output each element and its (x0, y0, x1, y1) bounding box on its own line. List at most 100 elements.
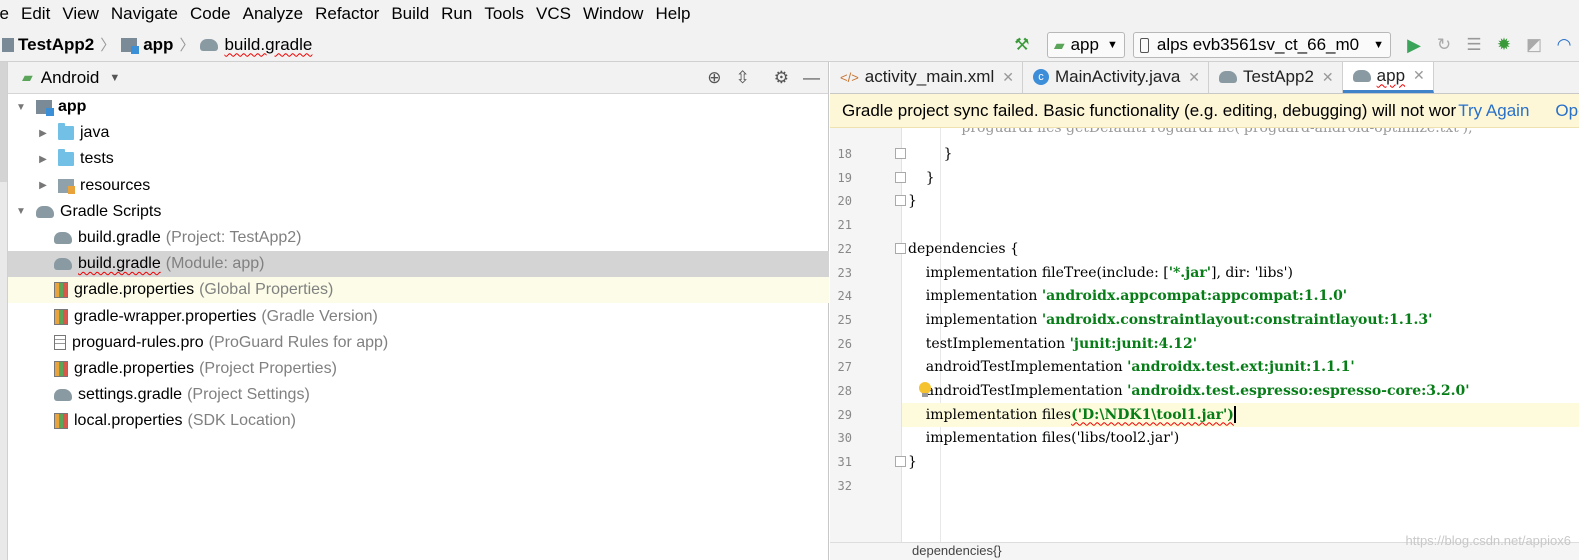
banner-message: Gradle project sync failed. Basic functi… (842, 100, 1457, 120)
chevron-down-icon: ▼ (1106, 39, 1118, 51)
code-line: androidTestImplementation 'androidx.test… (908, 379, 1470, 403)
fold-marker-icon[interactable] (895, 195, 906, 207)
code-line: dependencies { (908, 240, 1019, 257)
minimize-icon[interactable]: — (803, 68, 820, 88)
string-literal: 'androidx.appcompat:appcompat:1.1.0' (1041, 288, 1348, 305)
line-number: 29 (837, 407, 852, 422)
open-link[interactable]: Oper (1555, 101, 1579, 121)
menu-item[interactable]: Edit (15, 0, 56, 28)
menu-item[interactable]: VCS (530, 0, 577, 28)
expand-closed-icon[interactable]: ▶ (36, 128, 50, 139)
string-literal: '*.jar' (1168, 264, 1211, 281)
collapse-icon[interactable]: ⇳ (736, 68, 750, 88)
tree-item[interactable]: build.gradle (Project: TestApp2) (8, 225, 829, 251)
tree-item-label: gradle-wrapper.properties (74, 307, 257, 325)
menu-item[interactable]: View (56, 0, 105, 28)
text-caret (1233, 406, 1236, 424)
hammer-icon[interactable]: ⚒ (1011, 34, 1033, 56)
apply-changes-icon[interactable]: ↻ (1433, 34, 1455, 56)
menu-item[interactable]: Tools (478, 0, 530, 28)
tree-item[interactable]: settings.gradle (Project Settings) (8, 382, 829, 408)
fold-marker-icon[interactable] (895, 148, 906, 159)
editor-tabs: </> activity_main.xml ✕ c MainActivity.java ✕… (830, 62, 1579, 94)
menu-item[interactable]: Navigate (105, 0, 184, 28)
fold-marker-icon[interactable] (895, 242, 906, 254)
expand-closed-icon[interactable]: ▶ (36, 154, 50, 165)
breadcrumb-file[interactable]: build.gradle (224, 35, 312, 55)
resources-folder-icon (58, 178, 75, 194)
footer-crumb[interactable]: dependencies{} (912, 543, 1002, 558)
code-line: implementation files('libs/tool2.jar') (908, 430, 1180, 447)
menu-item[interactable]: Build (385, 0, 435, 28)
gear-icon[interactable]: ⚙ (774, 68, 789, 88)
navigation-bar: TestApp2 〉 app 〉 build.gradle ⚒ ▰ app ▼ … (0, 28, 1579, 62)
tree-item-hint: (Project Properties) (199, 360, 337, 377)
tree-item[interactable]: gradle.properties (Global Properties) (8, 277, 829, 304)
gradle-icon (54, 258, 72, 271)
tree-item[interactable]: ▶ tests (8, 146, 829, 172)
locate-icon[interactable]: ⊕ (707, 68, 721, 88)
run-config-select[interactable]: ▰ app ▼ (1046, 32, 1125, 58)
tree-item[interactable]: ▼ Gradle Scripts (8, 199, 829, 225)
line-number: 31 (837, 455, 852, 470)
menu-item[interactable]: Window (577, 0, 649, 28)
fold-marker-icon[interactable] (895, 456, 906, 468)
sync-icon[interactable]: ◠ (1553, 34, 1575, 56)
profile-icon[interactable]: ☰ (1463, 34, 1485, 56)
gradle-icon (200, 38, 219, 51)
line-number: 28 (837, 384, 852, 398)
run-config-label: app (1070, 35, 1099, 54)
close-icon[interactable]: ✕ (1188, 69, 1200, 86)
gradle-icon (36, 205, 54, 218)
editor-tab[interactable]: c MainActivity.java ✕ (1023, 62, 1210, 93)
menu-item[interactable]: Analyze (237, 0, 309, 28)
tree-item[interactable]: ▶ resources (8, 173, 829, 199)
tree-item[interactable]: build.gradle (Module: app) (8, 251, 829, 278)
tree-item-hint: (Module: app) (165, 255, 265, 273)
tree-item[interactable]: ▼ app (8, 94, 829, 120)
close-icon[interactable]: ✕ (1322, 69, 1334, 86)
menu-item[interactable]: Help (649, 0, 696, 28)
tree-item[interactable]: proguard-rules.pro (ProGuard Rules for ap… (8, 330, 829, 356)
gradle-icon (54, 389, 72, 402)
tree-item[interactable]: ▶ java (8, 120, 829, 146)
code-area[interactable]: proguardFiles getDefaultProguardFile('pr… (830, 128, 1579, 560)
tree-item[interactable]: gradle-wrapper.properties (Gradle Version… (8, 304, 829, 330)
tree-item-label: settings.gradle (78, 386, 183, 404)
tree-item[interactable]: local.properties (SDK Location) (8, 408, 829, 434)
expand-open-icon[interactable]: ▼ (14, 102, 28, 113)
menu-item[interactable]: Code (184, 0, 237, 28)
close-icon[interactable]: ✕ (1002, 69, 1014, 86)
device-label: alps evb3561sv_ct_66_m0 (1156, 35, 1360, 54)
editor-tab[interactable]: </> activity_main.xml ✕ (830, 62, 1023, 93)
view-selector[interactable]: ▰ Android ▼ (22, 68, 120, 88)
menu-item[interactable]: Run (435, 0, 478, 28)
attach-icon[interactable]: ◩ (1523, 34, 1545, 56)
sync-failed-banner: Gradle project sync failed. Basic functi… (830, 94, 1579, 128)
device-select[interactable]: alps evb3561sv_ct_66_m0 ▼ (1132, 32, 1391, 58)
editor-tab-label: MainActivity.java (1054, 67, 1181, 86)
line-number: 23 (837, 265, 852, 280)
menu-item[interactable]: Refactor (309, 0, 385, 28)
run-icon[interactable]: ▶ (1403, 34, 1425, 56)
close-icon[interactable]: ✕ (1413, 67, 1425, 84)
breadcrumb-module[interactable]: app (143, 35, 173, 55)
line-number: 20 (837, 194, 852, 209)
try-again-link[interactable]: Try Again (1458, 101, 1529, 121)
debug-icon[interactable]: ✹ (1493, 34, 1515, 56)
lightbulb-icon[interactable] (918, 382, 932, 398)
editor-tab[interactable]: app ✕ (1342, 62, 1434, 93)
editor-tab[interactable]: TestApp2 ✕ (1209, 62, 1343, 93)
fold-marker-icon[interactable] (895, 171, 906, 183)
code-text: androidTestImplementation (908, 383, 1128, 399)
code-text: implementation fileTree(include: [ (908, 264, 1169, 281)
tree-item[interactable]: gradle.properties (Project Properties) (8, 356, 829, 382)
project-tool-tab[interactable] (0, 62, 7, 182)
tree-item-label: app (58, 98, 87, 115)
menu-item[interactable]: ile (0, 0, 15, 28)
expand-open-icon[interactable]: ▼ (14, 206, 28, 217)
expand-closed-icon[interactable]: ▶ (36, 180, 50, 191)
folder-icon (58, 123, 74, 141)
folder-icon (58, 149, 74, 167)
breadcrumb-project[interactable]: TestApp2 (18, 35, 94, 55)
